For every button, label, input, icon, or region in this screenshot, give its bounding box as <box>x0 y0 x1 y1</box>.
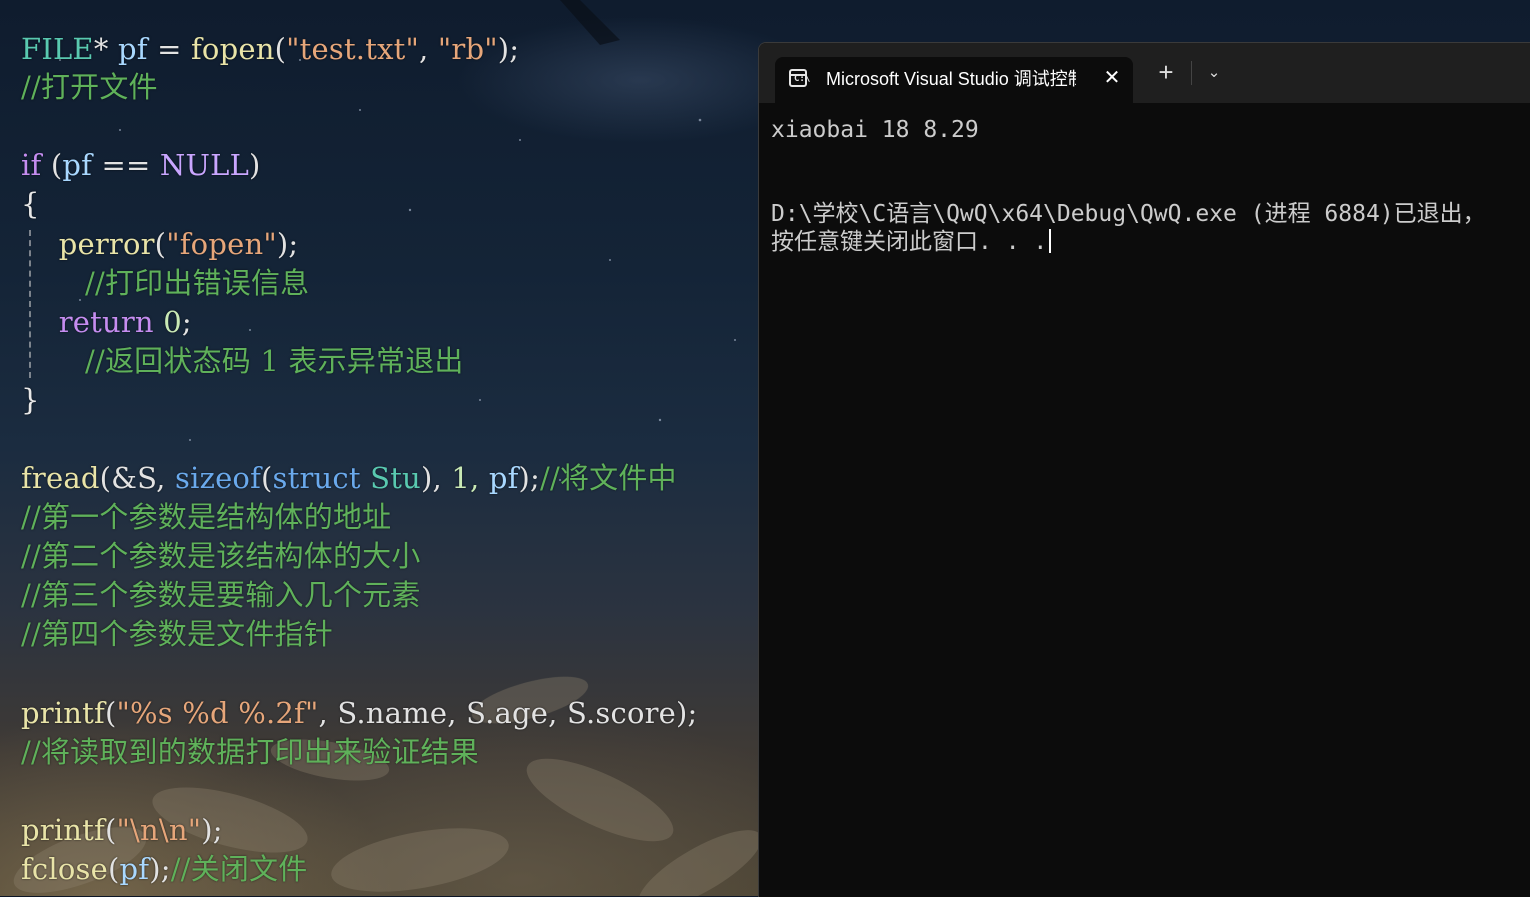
console-output-line: 按任意键关闭此窗口. . . <box>771 228 1052 256</box>
code-line-11: //第一个参数是结构体的地址 <box>21 500 392 534</box>
code-line-5: perror("fopen"); <box>58 227 299 261</box>
terminal-icon: C:\ <box>789 69 810 87</box>
code-line-8: //返回状态码 1 表示异常退出 <box>85 344 464 378</box>
code-line-2: //打开文件 <box>21 70 158 104</box>
code-line-14: //第四个参数是文件指针 <box>21 617 333 651</box>
tab-title: Microsoft Visual Studio 调试控制台 <box>826 69 1076 89</box>
code-line-10: fread(&S, sizeof(struct Stu), 1, pf);//将… <box>21 461 677 495</box>
code-line-3: if (pf == NULL) <box>21 148 261 182</box>
code-line-1: FILE* pf = fopen("test.txt", "rb"); <box>21 32 520 66</box>
text-cursor <box>1049 229 1052 253</box>
tab-divider <box>1191 61 1192 85</box>
tab-bar: C:\ Microsoft Visual Studio 调试控制台 ✕ + ⌄ <box>759 43 1530 103</box>
new-tab-button[interactable]: + <box>1151 57 1181 87</box>
code-line-9: } <box>21 383 40 417</box>
code-line-17: printf("\n\n"); <box>21 813 223 847</box>
chevron-down-icon[interactable]: ⌄ <box>1199 57 1229 87</box>
code-line-12: //第二个参数是该结构体的大小 <box>21 539 421 573</box>
console-tab[interactable]: C:\ Microsoft Visual Studio 调试控制台 ✕ <box>775 57 1133 103</box>
close-tab-icon[interactable]: ✕ <box>1099 65 1125 91</box>
console-output-line: xiaobai 18 8.29 <box>771 117 979 143</box>
debug-console-window[interactable]: C:\ Microsoft Visual Studio 调试控制台 ✕ + ⌄ … <box>758 42 1530 897</box>
console-prompt-text: 按任意键关闭此窗口. . . <box>771 229 1048 255</box>
code-line-16: //将读取到的数据打印出来验证结果 <box>21 735 479 769</box>
code-line-15: printf("%s %d %.2f", S.name, S.age, S.sc… <box>21 696 698 730</box>
code-line-4: { <box>21 187 40 221</box>
console-output-line: D:\学校\C语言\QwQ\x64\Debug\QwQ.exe (进程 6884… <box>771 201 1486 227</box>
code-line-18: fclose(pf);//关闭文件 <box>21 852 308 886</box>
code-line-6: //打印出错误信息 <box>85 266 310 300</box>
code-line-7: return 0; <box>58 305 192 339</box>
code-line-13: //第三个参数是要输入几个元素 <box>21 578 421 612</box>
